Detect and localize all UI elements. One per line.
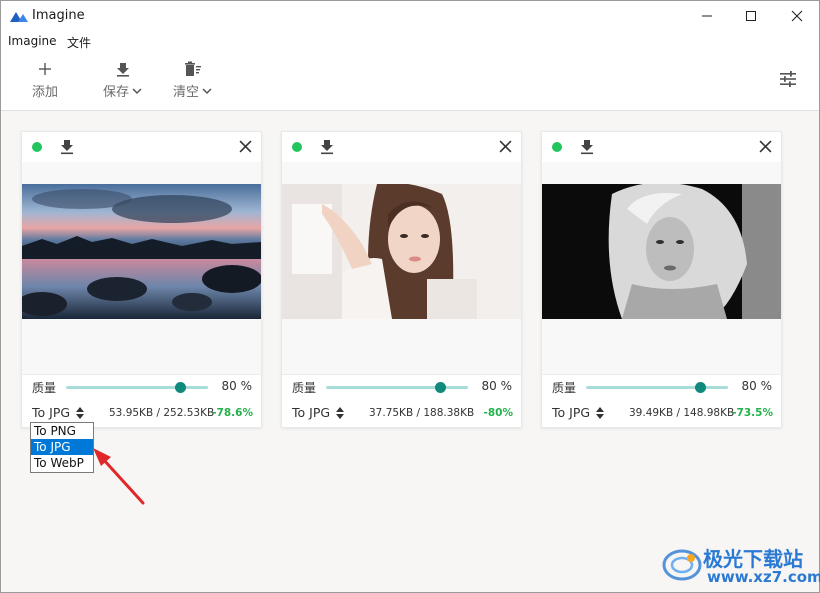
maximize-icon [746, 11, 756, 21]
divider [22, 374, 261, 375]
clear-button[interactable]: 清空 [173, 61, 212, 100]
status-dot [552, 142, 562, 152]
format-dropdown: To PNG To JPG To WebP [30, 422, 94, 473]
quality-value: 80 % [221, 379, 253, 393]
clear-all-icon [184, 61, 201, 76]
quality-slider[interactable] [326, 382, 468, 393]
quality-value: 80 % [741, 379, 773, 393]
plus-icon [39, 63, 51, 75]
image-preview [22, 162, 261, 374]
sort-updown-icon [76, 406, 85, 419]
add-label: 添加 [32, 85, 59, 100]
sort-updown-icon [596, 406, 605, 419]
divider [542, 374, 781, 375]
file-sizes: 37.75KB / 188.38KB [369, 407, 475, 419]
slider-knob[interactable] [174, 382, 186, 393]
format-label: To JPG [552, 405, 591, 420]
file-sizes: 53.95KB / 252.53KB [109, 407, 215, 419]
status-dot [292, 142, 302, 152]
clear-label: 清空 [173, 85, 200, 100]
toolbar: 添加 保存 清空 [1, 53, 819, 111]
close-icon[interactable] [239, 140, 252, 153]
size-reduction: -78.6% [212, 407, 253, 419]
option-jpg[interactable]: To JPG [31, 439, 93, 455]
close-icon[interactable] [499, 140, 512, 153]
slider-knob[interactable] [434, 382, 446, 393]
quality-slider[interactable] [586, 382, 728, 393]
option-png[interactable]: To PNG [31, 423, 93, 439]
format-select[interactable]: To JPG [552, 405, 605, 420]
menu-imagine[interactable]: Imagine [8, 34, 57, 48]
watermark: 极光下载站 www.xz7.com [661, 541, 820, 591]
format-label: To JPG [32, 405, 71, 420]
chevron-down-icon [202, 87, 212, 94]
sort-updown-icon [336, 406, 345, 419]
menu-bar: Imagine 文件 [1, 31, 819, 53]
lake-sunset-photo [22, 184, 261, 319]
download-icon[interactable] [580, 139, 594, 155]
size-reduction: -80% [483, 407, 514, 419]
menu-file[interactable]: 文件 [67, 34, 91, 51]
settings-button[interactable] [779, 71, 797, 91]
size-reduction: -73.5% [732, 407, 773, 419]
divider [282, 374, 521, 375]
image-preview [282, 162, 521, 374]
close-window-button[interactable] [774, 1, 820, 31]
watermark-logo-icon [662, 549, 702, 581]
quality-label: 质量 [552, 381, 577, 395]
option-webp[interactable]: To WebP [31, 455, 93, 471]
title-bar: Imagine [1, 1, 819, 31]
download-icon [116, 63, 129, 77]
close-icon [791, 10, 803, 22]
image-preview [542, 162, 781, 374]
app-window: Imagine Imagine 文件 添加 保存 清空 质量 80 % To J… [0, 0, 820, 593]
format-label: To JPG [292, 405, 331, 420]
quality-value: 80 % [481, 379, 513, 393]
save-label: 保存 [103, 85, 130, 100]
download-icon[interactable] [320, 139, 334, 155]
status-dot [32, 142, 42, 152]
file-sizes: 39.49KB / 148.98KB [629, 407, 735, 419]
close-icon[interactable] [759, 140, 772, 153]
bw-portrait-photo [542, 184, 781, 319]
download-icon[interactable] [60, 139, 74, 155]
image-card: 质量 80 % To JPG 53.95KB / 252.53KB -78.6% [21, 131, 262, 428]
slider-knob[interactable] [694, 382, 706, 393]
format-select[interactable]: To JPG [32, 405, 85, 420]
maximize-button[interactable] [728, 1, 774, 31]
quality-label: 质量 [292, 381, 317, 395]
woman-portrait-photo [282, 184, 521, 319]
quality-label: 质量 [32, 381, 57, 395]
image-card: 质量 80 % To JPG 39.49KB / 148.98KB -73.5% [541, 131, 782, 428]
chevron-down-icon [132, 87, 142, 94]
quality-slider[interactable] [66, 382, 208, 393]
save-button[interactable]: 保存 [103, 61, 142, 100]
watermark-url: www.xz7.com [707, 568, 820, 586]
add-button[interactable]: 添加 [32, 61, 58, 100]
app-logo-icon [10, 12, 28, 22]
window-title: Imagine [32, 8, 85, 23]
annotation-arrow-icon [93, 448, 145, 505]
minimize-button[interactable] [684, 1, 730, 31]
image-card: 质量 80 % To JPG 37.75KB / 188.38KB -80% [281, 131, 522, 428]
format-select[interactable]: To JPG [292, 405, 345, 420]
tune-icon [780, 71, 796, 87]
minimize-icon [702, 15, 712, 17]
